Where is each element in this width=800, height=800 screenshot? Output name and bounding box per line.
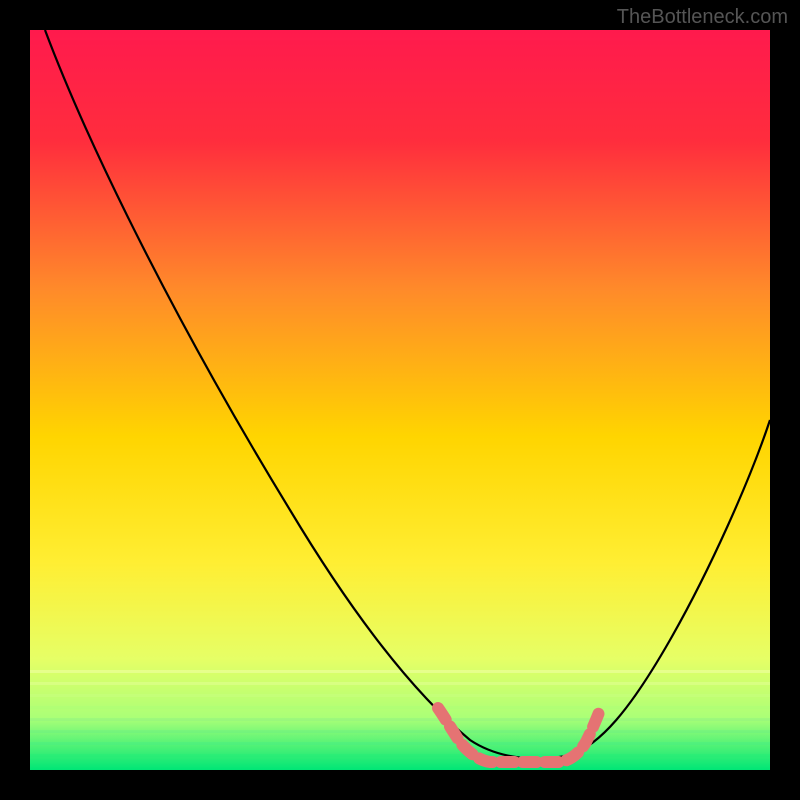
chart-frame xyxy=(30,30,770,770)
chart-svg xyxy=(30,30,770,770)
watermark-text: TheBottleneck.com xyxy=(617,6,788,29)
